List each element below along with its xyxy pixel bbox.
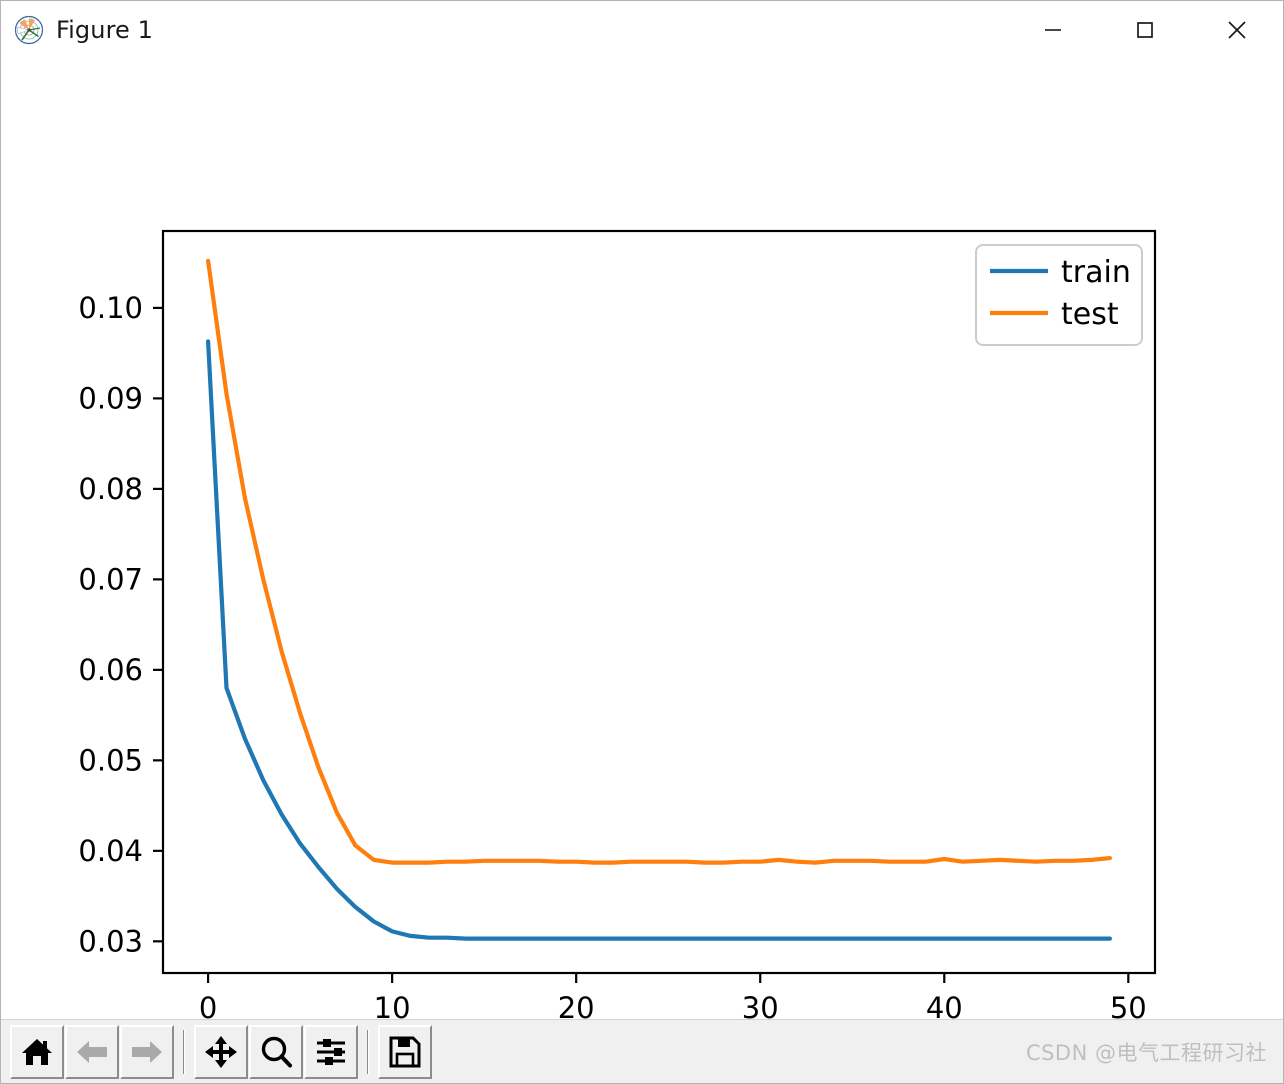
x-tick-label: 30 [742, 991, 779, 1019]
y-tick-label: 0.04 [78, 834, 143, 868]
magnifier-icon [258, 1034, 294, 1070]
legend-label-train: train [1061, 255, 1131, 290]
window-controls [1007, 1, 1283, 59]
y-tick-label: 0.08 [78, 472, 143, 506]
title-bar-left: Figure 1 [1, 15, 153, 45]
watermark-text: CSDN @电气工程研习社 [1025, 1040, 1267, 1065]
right-arrow-icon [129, 1034, 165, 1070]
x-tick-label: 50 [1110, 991, 1147, 1019]
x-tick-label: 0 [199, 991, 217, 1019]
minimize-icon [1042, 19, 1064, 41]
home-icon [19, 1034, 55, 1070]
y-tick-label: 0.03 [78, 924, 143, 958]
save-button[interactable] [378, 1024, 432, 1079]
plot-area[interactable]: 0.03 0.04 0.05 0.06 0.07 0.08 0.09 0.10 0 10 20 30… [1, 60, 1283, 1019]
sliders-icon [313, 1034, 349, 1070]
maximize-icon [1134, 19, 1156, 41]
y-tick-label: 0.10 [78, 291, 143, 325]
matplotlib-icon [14, 15, 44, 45]
x-tick-label: 20 [558, 991, 595, 1019]
subplots-button[interactable] [304, 1024, 358, 1079]
window-title: Figure 1 [56, 16, 153, 44]
close-icon [1225, 18, 1249, 42]
navigation-toolbar: CSDN @电气工程研习社 [1, 1019, 1283, 1083]
close-button[interactable] [1191, 1, 1283, 59]
x-tick-label: 10 [374, 991, 411, 1019]
x-tick-label: 40 [926, 991, 963, 1019]
title-bar: Figure 1 [1, 1, 1283, 60]
maximize-button[interactable] [1099, 1, 1191, 59]
zoom-button[interactable] [249, 1024, 303, 1079]
minimize-button[interactable] [1007, 1, 1099, 59]
forward-button[interactable] [120, 1024, 174, 1079]
floppy-disk-icon [387, 1034, 423, 1070]
y-tick-label: 0.06 [78, 653, 143, 687]
back-button[interactable] [65, 1024, 119, 1079]
y-tick-label: 0.05 [78, 743, 143, 777]
legend: train test [975, 244, 1143, 346]
pan-button[interactable] [194, 1024, 248, 1079]
figure-window: Figure 1 0.03 0.04 0.05 0.06 0.07 0.08 0… [0, 0, 1284, 1084]
move-arrows-icon [203, 1034, 239, 1070]
home-button[interactable] [10, 1024, 64, 1079]
y-tick-label: 0.07 [78, 562, 143, 596]
toolbar-separator [367, 1029, 369, 1074]
left-arrow-icon [74, 1034, 110, 1070]
legend-label-test: test [1061, 297, 1119, 332]
figure-canvas[interactable]: 0.03 0.04 0.05 0.06 0.07 0.08 0.09 0.10 0 10 20 30… [1, 60, 1283, 1019]
y-tick-label: 0.09 [78, 381, 143, 415]
toolbar-separator [183, 1029, 185, 1074]
